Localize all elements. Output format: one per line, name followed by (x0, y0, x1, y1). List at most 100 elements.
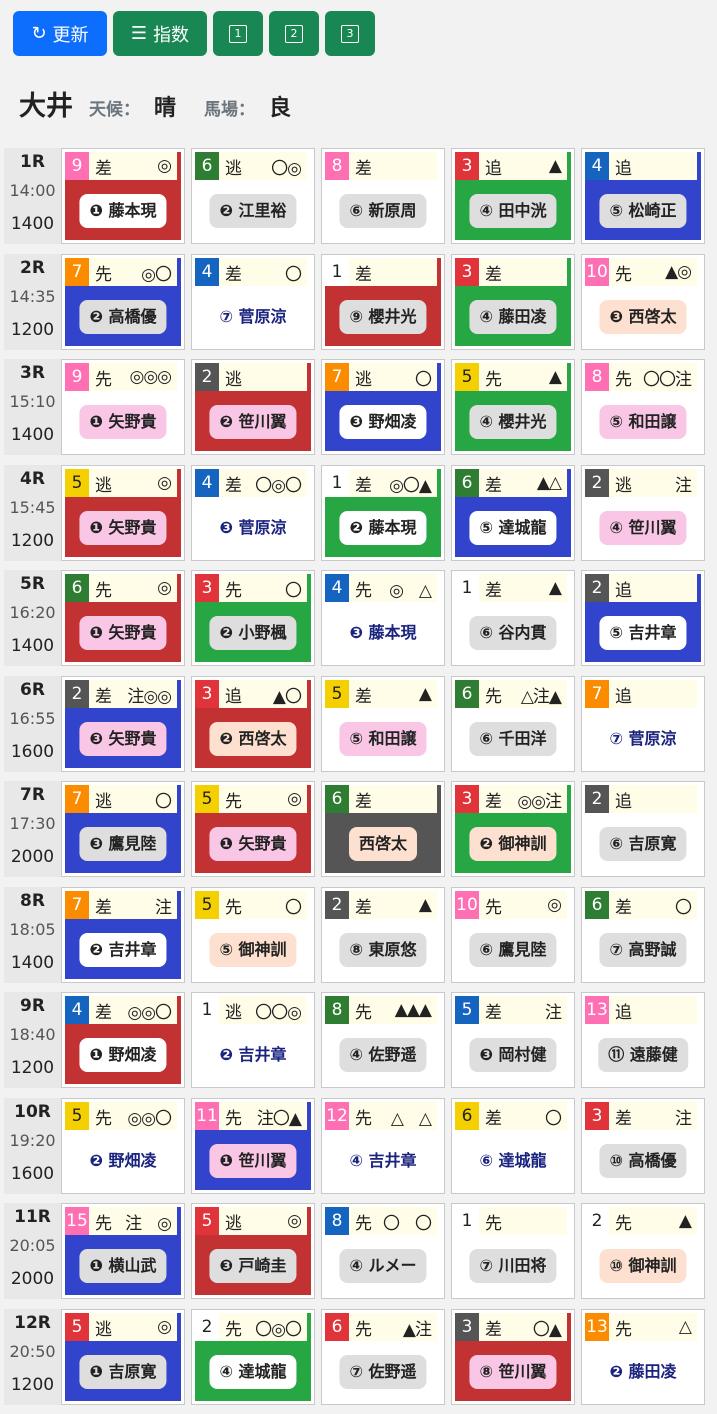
horse-cell[interactable]: 8 先〇〇注 ⑤ 和田譲 (581, 359, 705, 455)
horse-header: 1差 (325, 258, 437, 286)
horse-cell[interactable]: 5 逃 ◎ ❸ 戸崎圭 (191, 1203, 315, 1299)
horse-cell[interactable]: 6 先 ◎ ❶ 矢野貴 (61, 570, 185, 666)
jockey-chip: ⑦ 佐野遥 (339, 1355, 427, 1389)
running-style: 差 (355, 264, 372, 285)
horse-number: 2 (325, 891, 349, 919)
running-style: 先 (225, 791, 242, 812)
horse-cell[interactable]: 2追 ⑤ 吉井章 (581, 570, 705, 666)
horse-cell[interactable]: 5先 〇 ⑤ 御神訓 (191, 887, 315, 983)
horse-number: 6 (65, 574, 89, 602)
horse-cell[interactable]: 3差 注 ⑩ 高橋優 (581, 1098, 705, 1194)
horse-cell[interactable]: 2逃 注 ④ 笹川翼 (581, 465, 705, 561)
horse-cell[interactable]: 1差 ⑨ 櫻井光 (321, 254, 445, 350)
horse-cell[interactable]: 3 追 ▲ ④ 田中洸 (451, 148, 575, 244)
horse-cell[interactable]: 7 先 ◎〇 ❷ 高橋優 (61, 254, 185, 350)
horse-cell[interactable]: 13 先 △ ❷ 藤田凌 (581, 1309, 705, 1405)
horse-cell[interactable]: 4 差 ◎◎〇 ❶ 野畑凌 (61, 992, 185, 1088)
horse-number: 8 (325, 996, 349, 1024)
horse-card: 6 先 ▲注 ⑦ 佐野遥 (325, 1313, 441, 1401)
horse-cell[interactable]: 9 先 ◎◎◎ ❶ 矢野貴 (61, 359, 185, 455)
horse-cell[interactable]: 1 差 ▲ ⑥ 谷内貫 (451, 570, 575, 666)
horse-cell[interactable]: 5 先 ▲ ④ 櫻井光 (451, 359, 575, 455)
horse-cell[interactable]: 12 先 △ △ ④ 吉井章 (321, 1098, 445, 1194)
horse-cell[interactable]: 8先〇 〇 ④ ルメー (321, 1203, 445, 1299)
jockey-chip: ④ 藤田凌 (469, 300, 557, 334)
horse-cell[interactable]: 6 差西啓太 (321, 781, 445, 877)
race-time: 19:20 (9, 1131, 56, 1150)
running-style: 差 (615, 1108, 632, 1129)
horse-cell[interactable]: 5 先 ◎ ❶ 矢野貴 (191, 781, 315, 877)
horse-cell[interactable]: 3先 〇 ❷ 小野楓 (191, 570, 315, 666)
horse-cell[interactable]: 5 先 ◎◎〇 ❷ 野畑凌 (61, 1098, 185, 1194)
horse-cell[interactable]: 7差 注 ❷ 吉井章 (61, 887, 185, 983)
horse-cell[interactable]: 2 差 ▲ ⑧ 東原悠 (321, 887, 445, 983)
horse-cell[interactable]: 7逃 〇 ❸ 鷹見陸 (61, 781, 185, 877)
horse-cell[interactable]: 2 先 ▲ ⑩ 御神訓 (581, 1203, 705, 1299)
horse-cell[interactable]: 4 先 ◎ △ ❸ 藤本現 (321, 570, 445, 666)
horse-cell[interactable]: 4差 〇 ⑦ 菅原涼 (191, 254, 315, 350)
horse-cell[interactable]: 8差 ⑥ 新原周 (321, 148, 445, 244)
running-style: 先 (225, 897, 242, 918)
running-style: 先 (355, 580, 372, 601)
prediction-marks: 〇▲ (532, 1319, 562, 1340)
horse-cell[interactable]: 3差 ④ 藤田凌 (451, 254, 575, 350)
prediction-marks: ▲注 (402, 1319, 432, 1340)
horse-cell[interactable]: 7追 ⑦ 菅原涼 (581, 676, 705, 772)
horse-cell[interactable]: 5 逃 ◎ ❶ 矢野貴 (61, 465, 185, 561)
horse-cell[interactable]: 3 差 〇▲ ⑧ 笹川翼 (451, 1309, 575, 1405)
horse-cell[interactable]: 7逃 〇 ❸ 野畑凌 (321, 359, 445, 455)
jockey-chip: ⑥ 千田洋 (469, 722, 557, 756)
horse-cell[interactable]: 10 先 ◎ ⑥ 鷹見陸 (451, 887, 575, 983)
horse-cell[interactable]: 4 差〇◎〇 ❸ 菅原涼 (191, 465, 315, 561)
horse-number: 4 (325, 574, 349, 602)
refresh-button[interactable]: ↻ 更新 (13, 11, 107, 56)
horse-cell[interactable]: 2 先〇◎〇 ④ 達城龍 (191, 1309, 315, 1405)
horse-cell[interactable]: 6差 〇 ⑦ 高野誠 (581, 887, 705, 983)
race-number: 7R (20, 785, 45, 805)
horse-cell[interactable]: 11 先注〇▲ ❶ 笹川翼 (191, 1098, 315, 1194)
prediction-marks: ◎ (157, 473, 172, 493)
horse-cell[interactable]: 5差 注 ❸ 岡村健 (451, 992, 575, 1088)
horse-cell[interactable]: 3 追 ▲〇 ❷ 西啓太 (191, 676, 315, 772)
horse-card: 15 先注 ◎ ❶ 横山武 (65, 1207, 181, 1295)
horse-cell[interactable]: 8 先 ▲▲▲ ④ 佐野遥 (321, 992, 445, 1088)
horse-cell[interactable]: 13 追 ⑪ 遠藤健 (581, 992, 705, 1088)
horse-cell[interactable]: 10 先 ▲◎ ❸ 西啓太 (581, 254, 705, 350)
running-style: 逃 (225, 1002, 242, 1023)
prediction-marks: △ (678, 1317, 692, 1337)
jockey-chip: ❸ 野畑凌 (339, 405, 427, 439)
prediction-marks: ▲ (548, 367, 562, 387)
horse-cell[interactable]: 6 先 △注▲ ⑥ 千田洋 (451, 676, 575, 772)
horse-cell[interactable]: 1 逃〇〇◎ ❷ 吉井章 (191, 992, 315, 1088)
horse-number: 5 (455, 996, 479, 1024)
horse-cell[interactable]: 1 差 ◎〇▲ ❷ 藤本現 (321, 465, 445, 561)
horse-header: 7追 (585, 680, 697, 708)
horse-card: 3 差 ◎◎注 ❷ 御神訓 (455, 785, 571, 873)
view-1-button[interactable]: 1 (213, 11, 263, 56)
horse-card: 9 差 ◎ ❶ 藤本現 (65, 152, 181, 240)
horse-cell[interactable]: 15 先注 ◎ ❶ 横山武 (61, 1203, 185, 1299)
view-3-button[interactable]: 3 (325, 11, 375, 56)
horse-cell[interactable]: 5 差 ▲ ⑤ 和田譲 (321, 676, 445, 772)
horse-cell[interactable]: 5 逃 ◎ ❶ 吉原寛 (61, 1309, 185, 1405)
jockey-chip: ❸ 藤本現 (349, 623, 417, 642)
horse-cell[interactable]: 1先 ⑦ 川田将 (451, 1203, 575, 1299)
horse-cell[interactable]: 6差 〇 ⑥ 達城龍 (451, 1098, 575, 1194)
horse-cell[interactable]: 9 差 ◎ ❶ 藤本現 (61, 148, 185, 244)
horse-cell[interactable]: 2 差注◎◎ ❸ 矢野貴 (61, 676, 185, 772)
weather-label: 天候： (89, 100, 140, 120)
horse-cell[interactable]: 3 差 ◎◎注 ❷ 御神訓 (451, 781, 575, 877)
horse-cell[interactable]: 6 逃 〇◎ ❷ 江里裕 (191, 148, 315, 244)
horse-card: 3 追 ▲ ④ 田中洸 (455, 152, 571, 240)
jockey-chip: ❷ 高橋優 (79, 300, 167, 334)
view-2-button[interactable]: 2 (269, 11, 319, 56)
horse-cell[interactable]: 6 差 ▲△ ⑤ 達城龍 (451, 465, 575, 561)
horse-cell[interactable]: 4追 ⑤ 松崎正 (581, 148, 705, 244)
horse-card: 5 先 ▲ ④ 櫻井光 (455, 363, 571, 451)
horse-cell[interactable]: 2追 ⑥ 吉原寛 (581, 781, 705, 877)
horse-number: 1 (325, 469, 349, 497)
index-button[interactable]: ☰ 指数 (113, 11, 207, 56)
horse-cell[interactable]: 2逃 ❷ 笹川翼 (191, 359, 315, 455)
horse-cell[interactable]: 6 先 ▲注 ⑦ 佐野遥 (321, 1309, 445, 1405)
horse-header: 7逃 〇 (65, 785, 177, 813)
